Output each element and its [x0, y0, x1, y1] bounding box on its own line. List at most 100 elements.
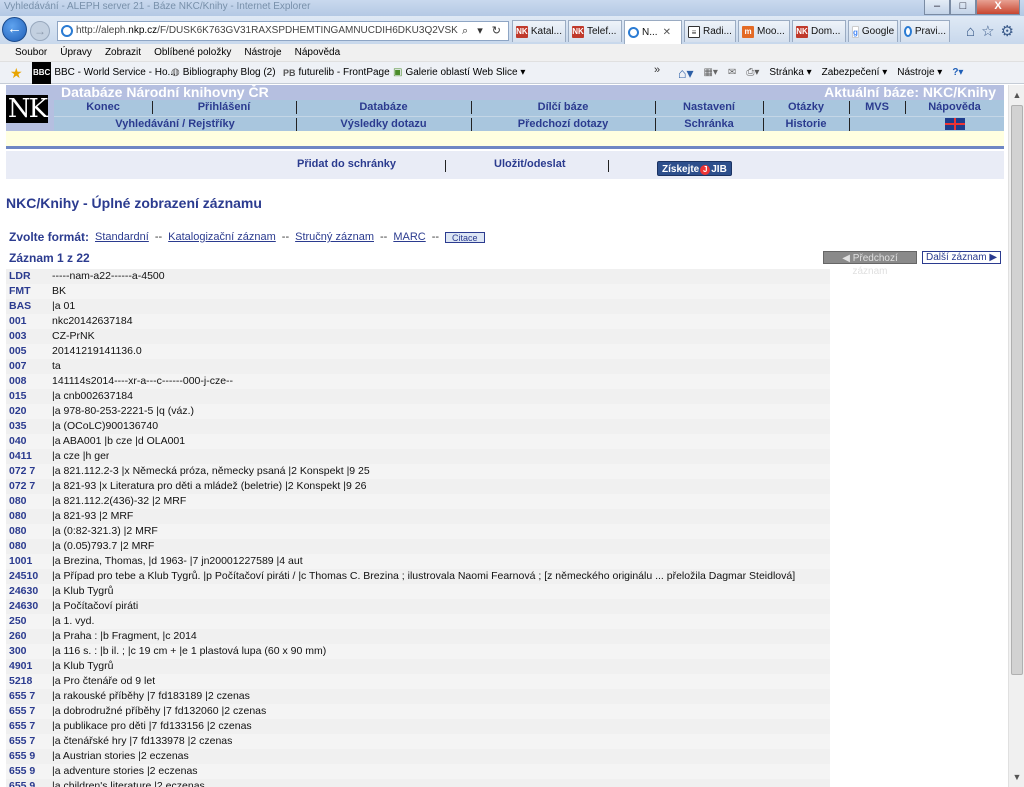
forward-button[interactable]: →: [30, 21, 50, 41]
rss-icon[interactable]: ▦▾: [703, 62, 717, 84]
fav-futurelib[interactable]: PB futurelib - FrontPage: [283, 62, 390, 84]
scroll-up-arrow-icon[interactable]: ▲: [1009, 87, 1024, 103]
print-icon[interactable]: ⎙▾: [746, 62, 759, 84]
menu-predchozi-dotazy[interactable]: Předchozí dotazy: [471, 117, 655, 132]
marc-row: 080 |a 821-93 |2 MRF: [6, 509, 830, 524]
close-tab-icon[interactable]: ✕: [663, 22, 671, 43]
marc-value: |a cze |h ger: [52, 450, 110, 462]
help-icon[interactable]: ?▾: [952, 62, 963, 84]
home-star-gear-icons[interactable]: ⌂☆⚙: [966, 22, 1020, 40]
format-katalogizacni-link[interactable]: Katalogizační záznam: [168, 231, 276, 243]
menu-historie[interactable]: Historie: [763, 117, 849, 132]
fav-bibliography[interactable]: ◍ Bibliography Blog (2): [171, 62, 276, 84]
minimize-button[interactable]: –: [924, 0, 950, 15]
next-record-button[interactable]: Další záznam ▶: [922, 251, 1001, 264]
marc-tag: 655 9: [9, 750, 36, 762]
page-content: NK Databáze Národní knihovny ČR Aktuální…: [0, 85, 1008, 787]
action-separator: [445, 160, 446, 172]
fav-futurelib-label: futurelib - FrontPage: [298, 67, 390, 78]
address-tools-icon[interactable]: ⌕ ▾ ↻: [458, 22, 508, 40]
marc-tag: 080: [9, 540, 27, 552]
marc-row: 5218 |a Pro čtenáře od 9 let: [6, 674, 830, 689]
menu-konec[interactable]: Konec: [54, 100, 152, 115]
record-counter: Záznam 1 z 22: [9, 251, 90, 265]
marc-row: 24630 |a Počítačoví piráti: [6, 599, 830, 614]
save-send-link[interactable]: Uložit/odeslat: [494, 158, 566, 170]
format-strucny-link[interactable]: Stručný záznam: [295, 231, 374, 243]
format-separator: --: [380, 231, 388, 243]
browser-tab[interactable]: m Moo...: [738, 20, 790, 42]
address-bar[interactable]: http://aleph.nkp.cz/F/DUSK6K763GV31RAXSP…: [57, 21, 509, 41]
marc-row: FMT BK: [6, 284, 830, 299]
chevron-more-icon[interactable]: »: [654, 59, 660, 81]
marc-value: |a (OCoLC)900136740: [52, 420, 159, 432]
menu-dilci-baze[interactable]: Dílčí báze: [471, 100, 655, 115]
browser-tab[interactable]: NK Dom...: [792, 20, 846, 42]
previous-record-button[interactable]: ◀ Předchozí záznam: [823, 251, 917, 277]
marc-value: |a 1. vyd.: [52, 615, 95, 627]
marc-row: LDR -----nam-a22------a-4500: [6, 269, 830, 284]
menu-otazky[interactable]: Otázky: [763, 100, 849, 115]
marc-value: BK: [52, 285, 67, 297]
favorites-star-icon[interactable]: ★: [10, 62, 23, 84]
format-standard-link[interactable]: Standardní: [95, 231, 149, 243]
browser-tab[interactable]: NK Telef...: [568, 20, 622, 42]
scroll-down-arrow-icon[interactable]: ▼: [1009, 769, 1024, 785]
browser-tab[interactable]: NK Katal...: [512, 20, 566, 42]
menu-databaze[interactable]: Databáze: [296, 100, 471, 115]
menu-napoveda[interactable]: Nápověda: [905, 100, 1004, 115]
menu-bar: Soubor Úpravy Zobrazit Oblíbené položky Nást…: [0, 44, 1024, 62]
marc-tag: 655 7: [9, 705, 36, 717]
menu-item[interactable]: Zobrazit: [105, 44, 141, 61]
nk-menu-row-2: Vyhledávání / Rejstříky Výsledky dotazu …: [54, 116, 1004, 131]
marc-row: 655 9 |a adventure stories |2 eczenas: [6, 764, 830, 779]
marc-row: 655 7 |a rakouské příběhy |7 fd183189 |2 …: [6, 689, 830, 704]
format-marc-link[interactable]: MARC: [393, 231, 425, 243]
fav-bbc[interactable]: BBC BBC - World Service - Ho...: [32, 62, 176, 84]
get-jib-button[interactable]: Získejte J JIB: [657, 161, 732, 176]
menu-item[interactable]: Nástroje: [244, 44, 281, 61]
cmd-stranka[interactable]: Stránka ▾: [769, 62, 811, 84]
vertical-scrollbar[interactable]: ▲ ▼: [1008, 85, 1024, 787]
page-title: NKC/Knihy - Úplné zobrazení záznamu: [6, 195, 262, 211]
marc-value: |a rakouské příběhy |7 fd183189 |2 czena…: [52, 690, 250, 702]
menu-vysledky[interactable]: Výsledky dotazu: [296, 117, 471, 132]
english-flag-icon[interactable]: [905, 117, 1004, 132]
menu-item[interactable]: Nápověda: [295, 44, 341, 61]
browser-tab[interactable]: Pravi...: [900, 20, 950, 42]
back-button[interactable]: ←: [2, 17, 27, 42]
menu-prihlaseni[interactable]: Přihlášení: [152, 100, 296, 115]
menu-mvs[interactable]: MVS: [849, 100, 905, 115]
marc-value: |a 821.112.2-3 |x Německá próza, německy…: [52, 465, 370, 477]
add-to-basket-link[interactable]: Přidat do schránky: [297, 158, 396, 170]
menu-schranka[interactable]: Schránka: [655, 117, 763, 132]
menu-item[interactable]: Oblíbené položky: [154, 44, 231, 61]
marc-tag: 655 7: [9, 690, 36, 702]
marc-value: |a Klub Tygrů: [52, 660, 114, 672]
format-separator: --: [281, 231, 290, 243]
marc-row: 015 |a cnb002637184: [6, 389, 830, 404]
marc-row: 4901 |a Klub Tygrů: [6, 659, 830, 674]
browser-tab[interactable]: ≡ Radi...: [684, 20, 736, 42]
marc-row: 1001 |a Brezina, Thomas, |d 1963- |7 jn20…: [6, 554, 830, 569]
maximize-button[interactable]: □: [950, 0, 976, 15]
browser-tab[interactable]: g Google: [848, 20, 898, 42]
browser-tab[interactable]: N... ✕: [624, 20, 682, 44]
mail-icon[interactable]: ✉: [728, 62, 736, 84]
citation-button[interactable]: Citace: [445, 231, 485, 243]
fav-galerie[interactable]: ▣ Galerie oblastí Web Slice ▾: [393, 62, 525, 84]
cmd-nastroje[interactable]: Nástroje ▾: [897, 62, 942, 84]
marc-row: 080 |a (0.05)793.7 |2 MRF: [6, 539, 830, 554]
menu-item[interactable]: Úpravy: [60, 44, 92, 61]
scroll-thumb[interactable]: [1011, 105, 1023, 675]
home-icon[interactable]: ⌂▾: [678, 62, 693, 84]
close-button[interactable]: X: [976, 0, 1020, 15]
nk-logo[interactable]: NK: [6, 95, 48, 123]
cmd-zabezpeceni[interactable]: Zabezpečení ▾: [822, 62, 888, 84]
menu-item[interactable]: Soubor: [15, 44, 47, 61]
marc-row: 020 |a 978-80-253-2221-5 |q (váz.): [6, 404, 830, 419]
menu-vyhledavani[interactable]: Vyhledávání / Rejstříky: [54, 117, 296, 132]
marc-tag: 260: [9, 630, 27, 642]
marc-value: |a 821-93 |2 MRF: [52, 510, 134, 522]
menu-nastaveni[interactable]: Nastavení: [655, 100, 763, 115]
